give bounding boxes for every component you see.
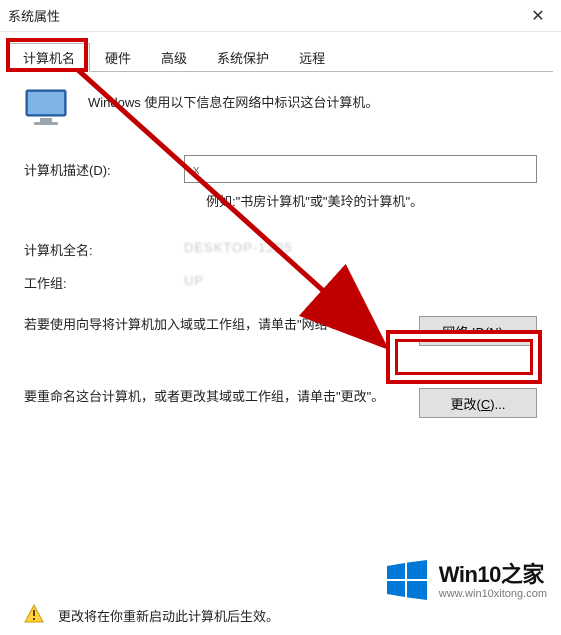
fullname-value: DESKTOP-1JD5 [184,240,293,259]
rename-text: 要重命名这台计算机，或者更改其域或工作组，请单击"更改"。 [24,386,395,408]
windows-logo-icon [385,558,429,605]
tab-computer-name[interactable]: 计算机名 [8,43,90,72]
tab-remote[interactable]: 远程 [284,43,340,72]
description-input[interactable] [184,155,537,183]
window-title: 系统属性 [8,6,60,25]
rename-button[interactable]: 更改(C)... [419,388,537,418]
workgroup-value: UP [184,273,204,292]
tab-system-protection[interactable]: 系统保护 [202,43,284,72]
description-hint: 例如:"书房计算机"或"美玲的计算机"。 [206,191,537,210]
watermark-url: www.win10xitong.com [439,588,547,601]
network-id-text: 若要使用向导将计算机加入域或工作组，请单击"网络 ID"。 [24,314,395,336]
watermark-brand: Win10之家 [439,562,547,588]
computer-icon [24,88,68,129]
warning-icon [24,604,44,627]
tab-hardware[interactable]: 硬件 [90,43,146,72]
fullname-label: 计算机全名: [24,240,184,259]
tab-bar: 计算机名 硬件 高级 系统保护 远程 [8,42,553,72]
description-label: 计算机描述(D): [24,160,184,179]
watermark: Win10之家 www.win10xitong.com [385,558,547,605]
close-button[interactable]: ✕ [515,0,561,32]
intro-text: Windows 使用以下信息在网络中标识这台计算机。 [88,88,378,111]
network-id-button[interactable]: 网络 ID(N)... [419,316,537,346]
restart-notice: 更改将在你重新启动此计算机后生效。 [58,606,279,625]
workgroup-label: 工作组: [24,273,184,292]
tab-advanced[interactable]: 高级 [146,43,202,72]
close-icon: ✕ [531,6,544,26]
